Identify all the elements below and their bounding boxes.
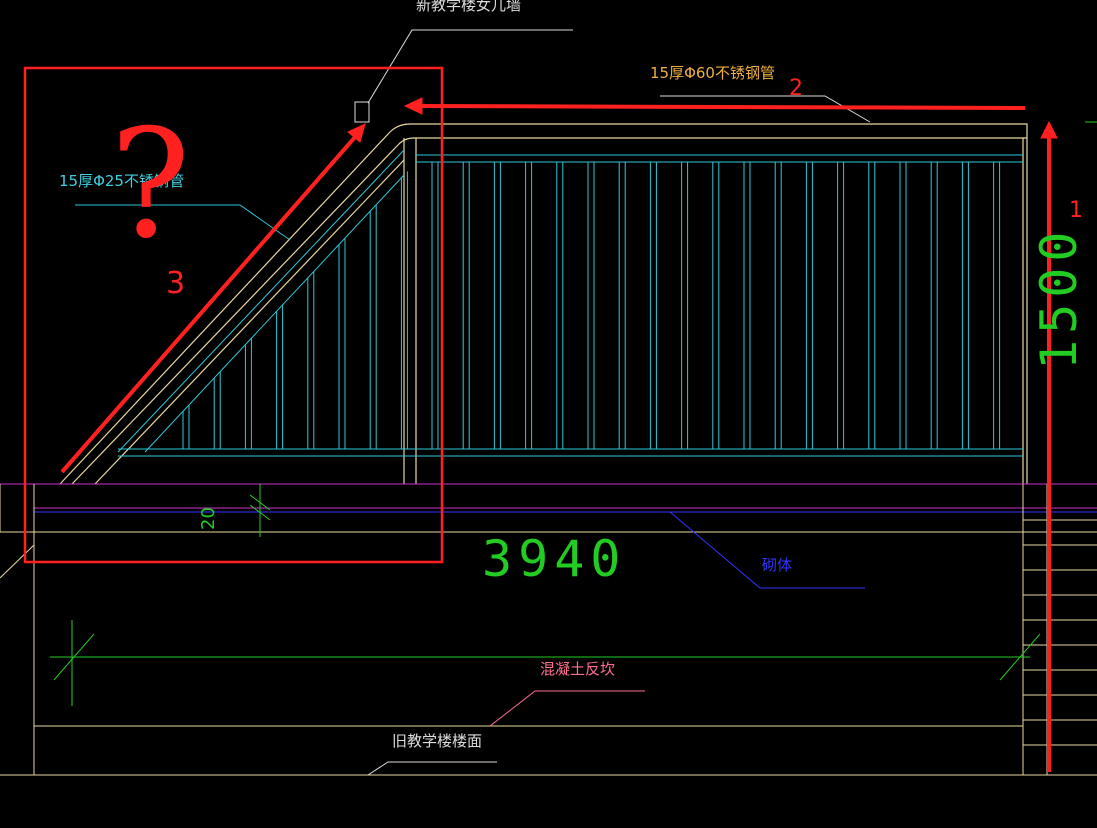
- leader-lines: [75, 29, 871, 776]
- dimension-1500: 1500: [1030, 225, 1088, 370]
- question-mark: ?: [110, 98, 191, 272]
- pipe-60-label: 15厚Φ60不锈钢管: [650, 64, 775, 82]
- highlight-box: [23, 66, 444, 564]
- slab-lines: [0, 483, 1097, 776]
- vertical-balusters: [431, 162, 1001, 449]
- top-note-label: 新教学楼女儿墙: [416, 0, 522, 14]
- annotation-number-1: 1: [1069, 198, 1083, 223]
- top-handrail: [59, 123, 1028, 485]
- old-floor-label: 旧教学楼楼面: [392, 732, 483, 750]
- dimension-lines: [50, 121, 1097, 706]
- masonry-label: 砌体: [762, 556, 793, 574]
- annotation-number-2: 2: [789, 76, 803, 101]
- sloped-balusters: [182, 171, 408, 449]
- intermediate-rails: [117, 149, 1023, 457]
- arrow-2-head: [403, 97, 423, 115]
- dimension-3940: 3940: [482, 530, 627, 588]
- arrow-2-shaft: [419, 104, 1026, 110]
- arrow-1-head: [1040, 120, 1058, 139]
- concrete-label: 混凝土反坎: [540, 660, 616, 678]
- dimension-20: 20: [198, 507, 219, 530]
